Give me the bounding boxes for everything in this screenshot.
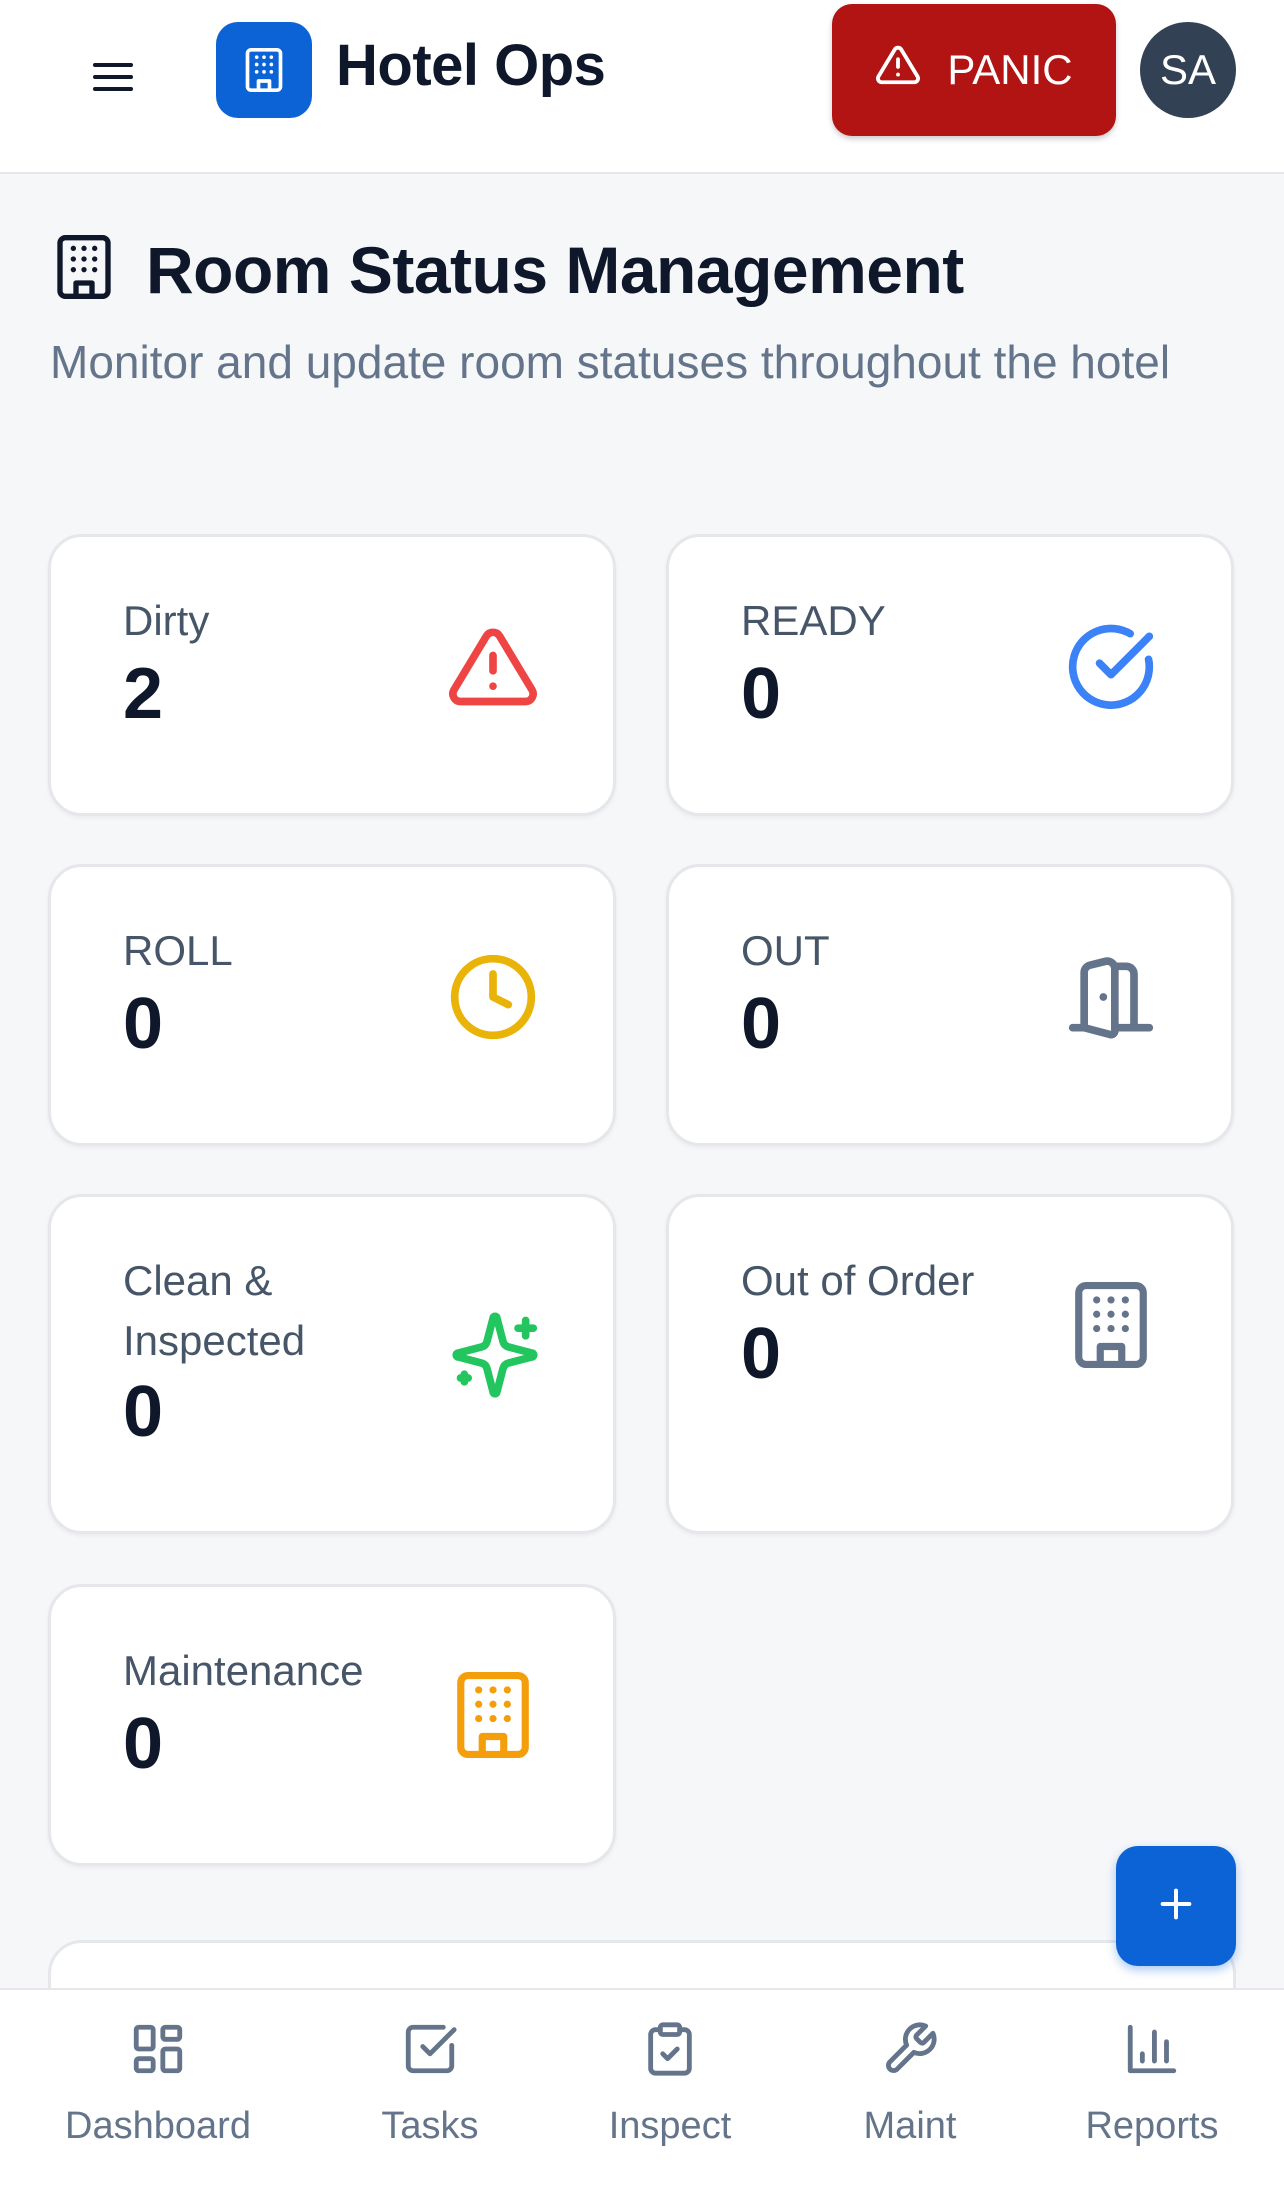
card-label: OUT: [741, 927, 830, 974]
status-card-roll[interactable]: ROLL 0: [48, 864, 616, 1146]
bar-chart-icon: [1123, 2020, 1181, 2083]
nav-inspect[interactable]: Inspect: [550, 2020, 790, 2148]
tasks-icon: [401, 2020, 459, 2083]
card-value: 0: [123, 1372, 164, 1452]
nav-label: Reports: [1085, 2105, 1219, 2147]
card-value: 0: [741, 984, 782, 1064]
card-label: ROLL: [123, 927, 233, 974]
status-card-dirty[interactable]: Dirty 2: [48, 534, 616, 816]
nav-maint[interactable]: Maint: [790, 2020, 1030, 2148]
clock-icon: [445, 949, 541, 1045]
bottom-nav: Dashboard Tasks Inspect Maint Reports: [0, 1988, 1284, 2206]
status-card-out[interactable]: OUT 0: [666, 864, 1234, 1146]
nav-tasks[interactable]: Tasks: [310, 2020, 550, 2148]
card-value: 0: [123, 1704, 164, 1784]
nav-reports[interactable]: Reports: [1032, 2020, 1272, 2148]
card-value: 2: [123, 654, 164, 734]
nav-label: Inspect: [608, 2105, 732, 2147]
status-card-maintenance[interactable]: Maintenance 0: [48, 1584, 616, 1866]
check-circle-icon: [1063, 619, 1159, 715]
avatar[interactable]: SA: [1140, 22, 1236, 118]
card-label: Dirty: [123, 597, 210, 644]
building-icon: [445, 1667, 541, 1763]
card-label: Clean & Inspected: [123, 1257, 306, 1364]
page-subtitle: Monitor and update room statuses through…: [50, 336, 1171, 388]
status-card-out-of-order[interactable]: Out of Order 0: [666, 1194, 1234, 1534]
alert-triangle-icon: [445, 619, 541, 715]
plus-icon: [1156, 1884, 1196, 1929]
status-card-ready[interactable]: READY 0: [666, 534, 1234, 816]
card-value: 0: [741, 1314, 782, 1394]
menu-icon[interactable]: [86, 50, 140, 104]
alert-triangle-icon: [875, 42, 921, 98]
add-button[interactable]: [1116, 1846, 1236, 1966]
app-title: Hotel Ops: [336, 33, 606, 98]
dashboard-icon: [129, 2020, 187, 2083]
card-value: 0: [741, 654, 782, 734]
door-icon: [1063, 949, 1159, 1045]
card-label: Out of Order: [741, 1257, 975, 1304]
page-title: Room Status Management: [146, 232, 964, 307]
status-card-clean-inspected[interactable]: Clean & Inspected 0: [48, 1194, 616, 1534]
nav-label: Dashboard: [65, 2105, 251, 2147]
building-icon: [52, 230, 116, 309]
wrench-icon: [881, 2020, 939, 2083]
top-app-bar: Hotel Ops PANIC SA: [0, 0, 1284, 174]
panic-label: PANIC: [947, 46, 1073, 93]
card-value: 0: [123, 984, 164, 1064]
nav-label: Tasks: [381, 2105, 479, 2147]
nav-label: Maint: [863, 2105, 957, 2147]
card-label: READY: [741, 597, 886, 644]
page-heading: Room Status Management: [52, 230, 964, 309]
sparkles-icon: [447, 1307, 543, 1403]
card-label: Maintenance: [123, 1647, 364, 1694]
nav-dashboard[interactable]: Dashboard: [38, 2020, 278, 2148]
clipboard-check-icon: [641, 2020, 699, 2083]
hotel-logo: [216, 22, 312, 118]
panic-button[interactable]: PANIC: [832, 4, 1116, 136]
building-icon: [1063, 1277, 1159, 1373]
